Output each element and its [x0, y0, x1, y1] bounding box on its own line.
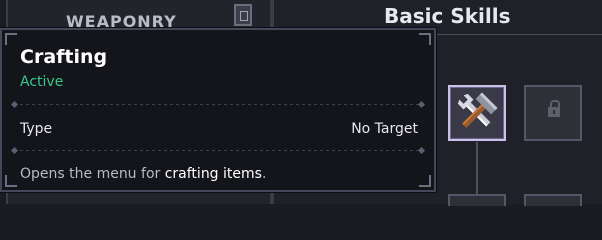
- tooltip-corner: [419, 175, 431, 187]
- skill-slot-crafting[interactable]: [448, 85, 506, 141]
- tooltip-corner: [5, 175, 17, 187]
- skill-tooltip: Crafting Active Type No Target Opens the…: [0, 28, 436, 192]
- tooltip-corner: [419, 33, 431, 45]
- skills-panel-title: Basic Skills: [384, 4, 511, 28]
- tooltip-type-value: No Target: [351, 121, 418, 137]
- scroll-button[interactable]: [234, 4, 252, 26]
- tooltip-status: Active: [20, 74, 64, 90]
- tooltip-divider: [14, 150, 422, 151]
- description-highlight: crafting items: [164, 166, 262, 182]
- lock-icon: [548, 100, 560, 117]
- hammer-wrench-icon: [457, 92, 498, 128]
- skill-slot-row2-b[interactable]: [524, 194, 582, 206]
- skill-slot-row2-a[interactable]: [448, 194, 506, 206]
- tooltip-title: Crafting: [20, 46, 108, 68]
- tooltip-divider: [14, 104, 422, 105]
- description-text: Opens the menu for: [20, 166, 165, 182]
- description-suffix: .: [261, 166, 267, 182]
- skill-slot-locked[interactable]: [524, 85, 582, 141]
- tooltip-corner: [5, 33, 17, 45]
- tooltip-description: Opens the menu for crafting items.: [20, 166, 266, 182]
- tooltip-type-label: Type: [20, 121, 53, 137]
